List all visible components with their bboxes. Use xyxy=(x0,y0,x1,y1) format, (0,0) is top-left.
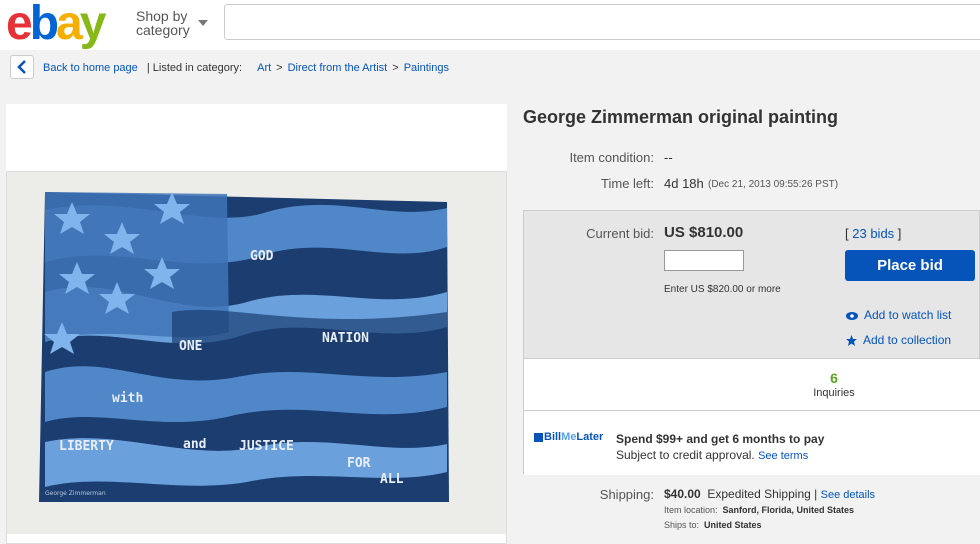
ships-to-label: Ships to: xyxy=(664,520,700,530)
item-photo[interactable]: GOD ONE NATION with LIBERTY and JUSTICE … xyxy=(7,172,506,534)
image-panel-top xyxy=(6,104,507,172)
painting-word-and: and xyxy=(183,437,206,452)
place-bid-button[interactable]: Place bid xyxy=(845,250,975,281)
back-button[interactable] xyxy=(10,55,34,79)
ships-to-row: Ships to: United States xyxy=(664,520,762,530)
add-to-watch-list-link[interactable]: Add to watch list xyxy=(846,308,951,322)
logo-letter-b: b xyxy=(29,0,59,50)
breadcrumb-paintings[interactable]: Paintings xyxy=(404,62,449,74)
back-to-home-link[interactable]: Back to home page xyxy=(43,62,138,74)
search-input[interactable] xyxy=(224,4,980,40)
shop-by-category-button[interactable]: Shop by category xyxy=(136,9,190,37)
check-icon xyxy=(534,432,543,442)
bml-headline: Spend $99+ and get 6 months to pay xyxy=(616,432,825,446)
category-label: category xyxy=(136,22,190,38)
painting-word-god: GOD xyxy=(250,249,274,264)
end-time-detail: (Dec 21, 2013 09:55:26 PST) xyxy=(708,179,839,190)
time-left-label: Time left: xyxy=(601,176,654,191)
shipping-sep: | xyxy=(814,487,818,501)
watch-list-label: Add to watch list xyxy=(864,308,952,322)
breadcrumb-sep: > xyxy=(276,62,283,74)
bid-count-link[interactable]: 23 bids xyxy=(852,226,894,241)
shipping-method: Expedited Shipping xyxy=(707,487,811,501)
bml-subtext-row: Subject to credit approval. See terms xyxy=(616,448,808,462)
chevron-down-icon[interactable] xyxy=(198,20,208,26)
logo-letter-e: e xyxy=(6,0,33,50)
breadcrumb-art[interactable]: Art xyxy=(257,62,271,74)
bml-me: Me xyxy=(561,431,577,443)
bid-amount-input[interactable] xyxy=(664,250,744,271)
bid-minimum-hint: Enter US $820.00 or more xyxy=(664,284,781,295)
shop-by-label: Shop by xyxy=(136,8,188,24)
chevron-left-icon xyxy=(17,60,26,74)
inquiries-count: 6 xyxy=(830,370,838,386)
painting-word-one: ONE xyxy=(179,339,202,354)
ebay-logo[interactable]: ebay xyxy=(6,0,107,52)
current-bid-label: Current bid: xyxy=(586,226,654,241)
item-location-row: Item location: Sanford, Florida, United … xyxy=(664,505,854,515)
breadcrumb-sep: > xyxy=(392,62,399,74)
bml-bill: Bill xyxy=(544,431,562,443)
shipping-cost: $40.00 xyxy=(664,487,701,501)
add-to-collection-link[interactable]: Add to collection xyxy=(846,333,951,347)
painting-word-liberty: LIBERTY xyxy=(59,439,114,454)
collection-label: Add to collection xyxy=(863,333,952,347)
painting-word-all: ALL xyxy=(380,472,404,487)
shipping-label: Shipping: xyxy=(599,487,654,502)
breadcrumb: Back to home page | Listed in category: … xyxy=(43,62,449,74)
painting-word-for: FOR xyxy=(347,456,371,471)
bml-later: Later xyxy=(576,431,604,443)
ships-to: United States xyxy=(704,520,762,530)
bid-count: [ 23 bids ] xyxy=(845,226,901,241)
item-location: Sanford, Florida, United States xyxy=(722,505,855,515)
eye-icon xyxy=(846,311,858,320)
painting-word-with: with xyxy=(112,391,143,406)
item-title: George Zimmerman original painting xyxy=(523,107,839,127)
see-terms-link[interactable]: See terms xyxy=(758,450,808,462)
painting-signature: George Zimmerman xyxy=(45,490,106,497)
bml-subtext: Subject to credit approval. xyxy=(616,448,755,462)
breadcrumb-direct-from-artist[interactable]: Direct from the Artist xyxy=(288,62,388,74)
bid-count-close: ] xyxy=(897,226,902,241)
inquiries-label: Inquiries xyxy=(813,387,855,399)
see-details-link[interactable]: See details xyxy=(821,489,875,501)
condition-label: Item condition: xyxy=(569,150,654,165)
star-icon xyxy=(846,335,857,347)
current-bid-value: US $810.00 xyxy=(664,224,744,241)
shipping-info: $40.00 Expedited Shipping | See details xyxy=(664,487,875,501)
item-location-label: Item location: xyxy=(664,505,718,515)
painting-word-nation: NATION xyxy=(322,331,369,346)
time-left-value: 4d 18h xyxy=(664,176,704,191)
bill-me-later-logo: BillMeLater xyxy=(534,431,603,443)
logo-letter-y: y xyxy=(79,0,107,50)
logo-letter-a: a xyxy=(56,0,83,50)
condition-value: -- xyxy=(664,150,673,165)
listed-in-label: | Listed in category: xyxy=(146,62,243,74)
painting-word-justice: JUSTICE xyxy=(239,439,294,454)
bid-count-open: [ xyxy=(845,226,849,241)
